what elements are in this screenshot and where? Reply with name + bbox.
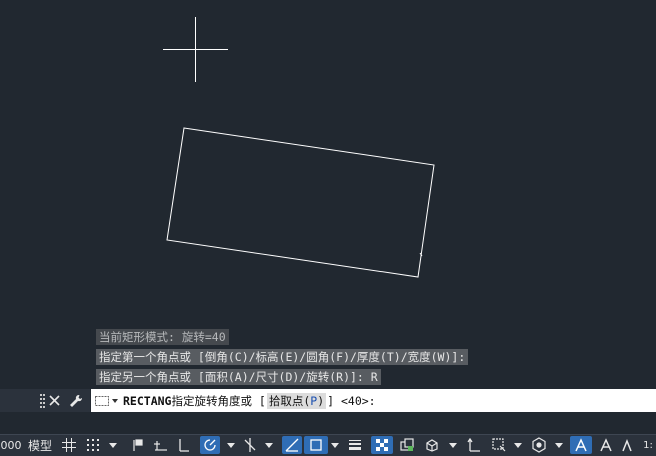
isodraft-icon[interactable] — [240, 436, 260, 454]
grip-icon[interactable] — [38, 389, 47, 412]
rotated-rectangle[interactable] — [166, 127, 435, 278]
option-paren-close: ) — [317, 393, 325, 408]
option-pick-point[interactable]: 拾取点(P) — [266, 392, 327, 409]
annotation-visibility-icon[interactable] — [570, 436, 592, 454]
selection-filter-icon[interactable] — [488, 436, 510, 454]
auto-scale-icon[interactable] — [596, 436, 616, 454]
ortho-icon[interactable] — [175, 436, 193, 454]
chevron-down-icon[interactable] — [554, 436, 563, 454]
selection-cycling-icon[interactable] — [397, 436, 417, 454]
transparency-icon[interactable] — [371, 436, 393, 454]
grid-icon[interactable] — [60, 436, 78, 454]
model-tab[interactable]: 模型 — [26, 436, 54, 454]
command-history-line-3: 指定另一个角点或 [面积(A)/尺寸(D)/旋转(R)]: R — [96, 369, 381, 385]
lineweight-icon[interactable] — [345, 436, 365, 454]
drawing-canvas-bottom — [0, 412, 656, 434]
option-label: 拾取点 — [268, 393, 304, 408]
command-history-line-1: 当前矩形模式: 旋转=40 — [96, 329, 229, 345]
coordinate-readout: 000 — [0, 438, 22, 452]
wrench-icon[interactable] — [67, 389, 85, 412]
chevron-down-icon[interactable] — [513, 436, 522, 454]
chevron-down-icon[interactable] — [330, 436, 339, 454]
infer-constraints-icon[interactable] — [129, 436, 147, 454]
chevron-down-icon[interactable] — [448, 436, 457, 454]
command-history-line-2: 指定第一个角点或 [倒角(C)/标高(E)/圆角(F)/厚度(T)/宽度(W)]… — [96, 349, 469, 365]
crosshair-cursor-icon — [163, 17, 228, 82]
dynamic-input-icon[interactable] — [151, 436, 171, 454]
annotation-scale-icon[interactable] — [618, 436, 636, 454]
command-default-value: ] <40>: — [327, 393, 376, 408]
command-name: RECTANG — [123, 393, 172, 408]
snap-icon[interactable] — [84, 436, 102, 454]
gizmo-icon[interactable] — [528, 436, 550, 454]
object-snap-icon[interactable] — [304, 436, 328, 454]
command-input[interactable]: RECTANG 指定旋转角度或 [ 拾取点(P) ] <40>: — [91, 389, 656, 412]
chevron-down-icon[interactable] — [226, 436, 235, 454]
object-snap-tracking-icon[interactable] — [282, 436, 302, 454]
chevron-down-icon[interactable] — [264, 436, 273, 454]
3d-object-snap-icon[interactable] — [421, 436, 443, 454]
chevron-down-icon[interactable] — [108, 436, 117, 454]
annotation-scale-value-fragment[interactable]: 1: — [640, 436, 656, 454]
command-prompt-text: 指定旋转角度或 [ — [171, 393, 266, 408]
polar-tracking-icon[interactable] — [200, 436, 220, 454]
close-icon[interactable] — [47, 389, 61, 412]
dynamic-ucs-icon[interactable] — [463, 436, 485, 454]
command-prompt-icon[interactable] — [95, 395, 119, 407]
